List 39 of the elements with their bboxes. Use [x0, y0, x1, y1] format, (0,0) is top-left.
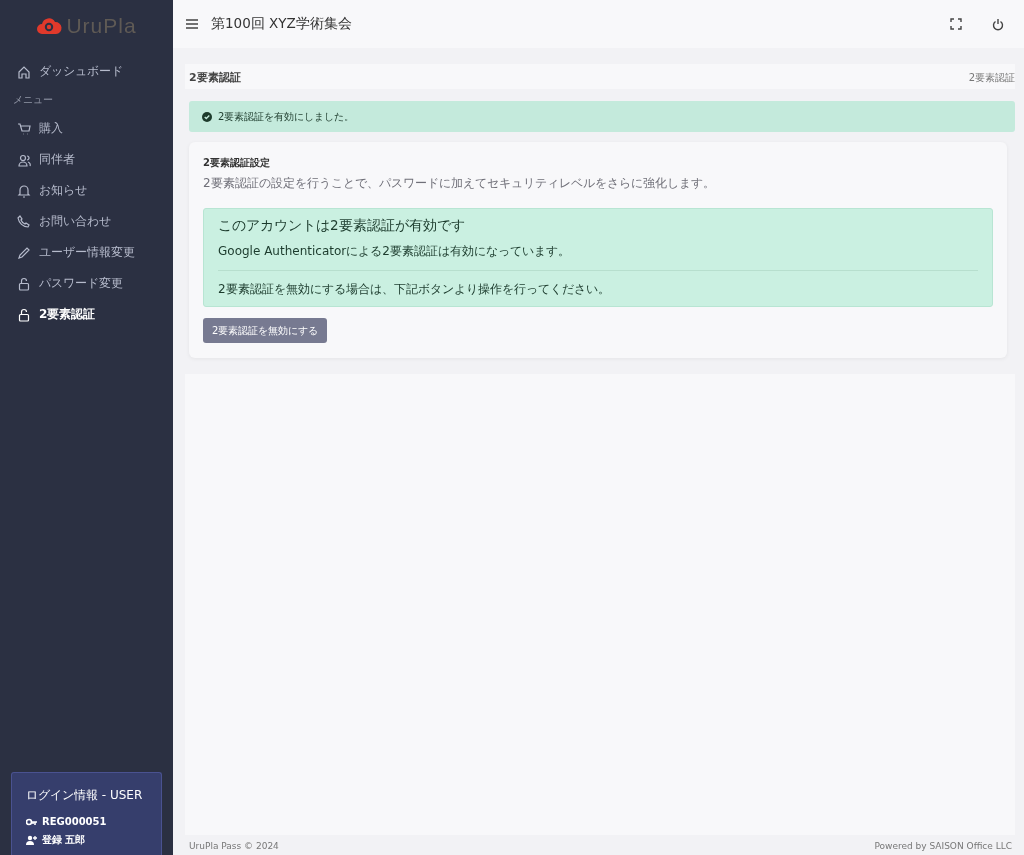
pencil-icon	[17, 245, 31, 260]
nav-link[interactable]: お問い合わせ	[0, 206, 173, 237]
bell-icon	[17, 183, 31, 198]
card-description: 2要素認証の設定を行うことで、パスワードに加えてセキュリティレベルをさらに強化します。	[203, 175, 716, 192]
copyright-text: UruPla Pass © 2024	[189, 841, 279, 851]
nav-link[interactable]: お知らせ	[0, 175, 173, 206]
nav-link[interactable]: ダッシュボード	[0, 56, 173, 87]
power-icon[interactable]	[992, 17, 1004, 31]
powered-by-text: Powered by SAISON Office LLC	[874, 841, 1012, 851]
nav-link[interactable]: 2要素認証	[0, 299, 173, 330]
padlock-icon	[17, 307, 31, 322]
card-title: 2要素認証設定	[203, 156, 271, 170]
disable-button[interactable]: 2要素認証を無効にする	[203, 318, 328, 343]
check-circle-icon	[202, 111, 212, 122]
menu-icon[interactable]	[186, 19, 198, 29]
padlock-icon	[17, 276, 31, 291]
key-icon	[26, 817, 37, 826]
status-note: 2要素認証を無効にする場合は、下記ボタンより操作を行ってください。	[218, 281, 611, 298]
alert-message: 2要素認証を有効にしました。	[218, 109, 355, 124]
event-title: 第100回 XYZ学術集会	[211, 15, 352, 33]
breadcrumb[interactable]: 2要素認証	[968, 70, 1015, 85]
status-detail: Google Authenticatorによる2要素認証は有効になっています。	[218, 243, 571, 260]
nav-link[interactable]: パスワード変更	[0, 268, 173, 299]
fullscreen-icon[interactable]	[950, 18, 962, 30]
nav-link[interactable]: 購入	[0, 113, 173, 144]
cart-icon	[17, 121, 31, 136]
phone-icon	[17, 214, 31, 229]
users-icon	[17, 152, 31, 167]
login-info-title: ログイン情報 - USER	[26, 787, 144, 804]
page-title: 2要素認証	[189, 70, 241, 85]
menu-section-label: メニュー	[12, 93, 54, 107]
home-icon	[17, 64, 31, 79]
logo-icon	[36, 16, 63, 36]
nav-link[interactable]: ユーザー情報変更	[0, 237, 173, 268]
status-heading: このアカウントは2要素認証が有効です	[218, 217, 466, 235]
user-id: REG000051	[42, 816, 107, 827]
nav-link[interactable]: 同伴者	[0, 144, 173, 175]
user-icon	[26, 835, 37, 845]
user-name: 登録 五郎	[42, 833, 86, 847]
